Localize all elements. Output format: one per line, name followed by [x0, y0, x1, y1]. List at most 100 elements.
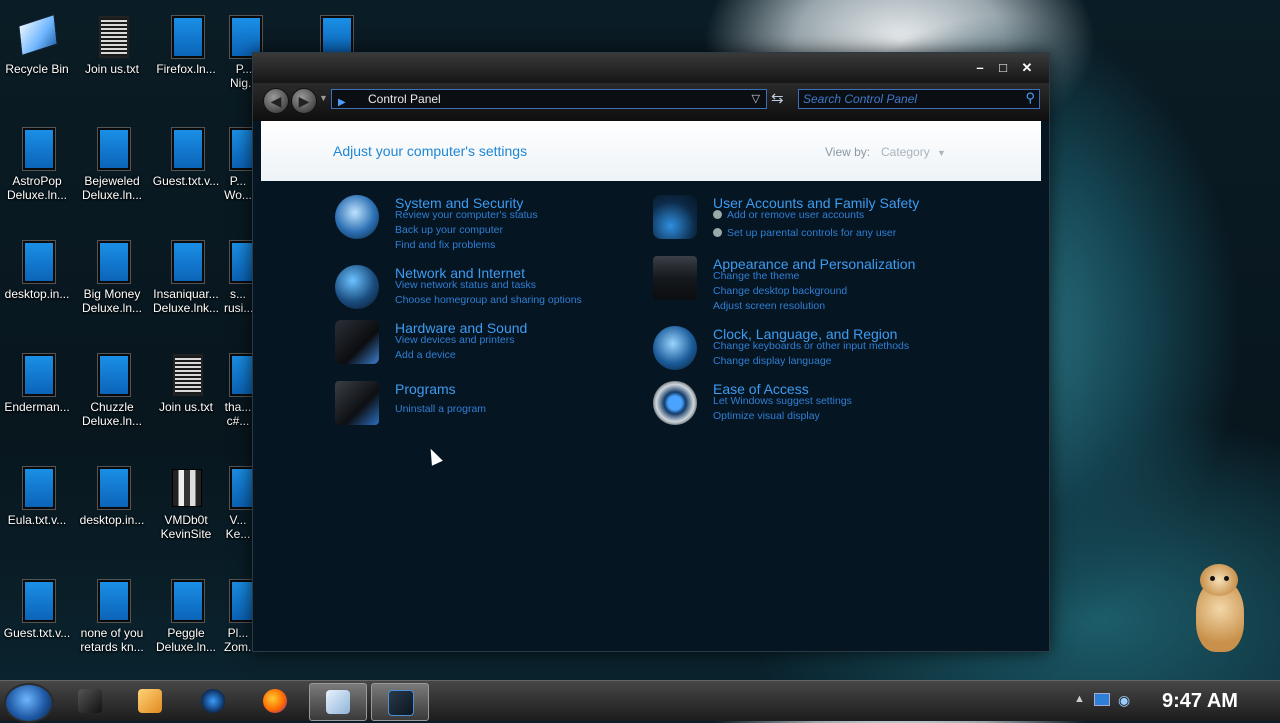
category-link[interactable]: Set up parental controls for any user [713, 227, 896, 239]
category-link[interactable]: Adjust screen resolution [713, 300, 825, 312]
system-security-icon [335, 195, 379, 239]
category-link[interactable]: View network status and tasks [395, 279, 536, 291]
taskbar-item-explorer[interactable] [62, 683, 118, 719]
text-file-icon [92, 14, 132, 58]
desktop-icon-partial-5[interactable]: tha... c#... [224, 346, 252, 428]
shortcut-icon [166, 14, 206, 58]
desktop-icon-astropop[interactable]: AstroPop Deluxe.ln... [0, 120, 74, 202]
forward-button[interactable]: ▶ [291, 88, 317, 114]
desktop-icon-desktop-ini[interactable]: desktop.in... [0, 233, 74, 301]
desktop-icon-guest-txt[interactable]: Guest.txt.v... [149, 120, 223, 188]
shortcut-icon [17, 352, 57, 396]
shortcut-icon [92, 352, 132, 396]
taskbar-item-control-panel[interactable] [371, 683, 429, 721]
clock[interactable]: 9:47 AM [1162, 690, 1238, 713]
category-link[interactable]: View devices and printers [395, 334, 514, 346]
control-panel-icon [388, 690, 414, 716]
shield-icon [713, 210, 722, 219]
desktop-icon-partial-4[interactable]: s... rusi... [224, 233, 252, 315]
recent-pages-chevron-icon[interactable]: ▼ [319, 93, 328, 103]
category-link[interactable]: Change the theme [713, 270, 799, 282]
desktop-icon-recycle-bin[interactable]: Recycle Bin [0, 8, 74, 76]
desktop-icon-none-of-you[interactable]: none of you retards kn... [75, 572, 149, 654]
desktop-icon-big-money[interactable]: Big Money Deluxe.ln... [75, 233, 149, 315]
back-button[interactable]: ◀ [263, 88, 289, 114]
view-by-label: View by: [825, 145, 871, 159]
chevron-down-icon: ▼ [937, 148, 946, 158]
desktop-icon-guest-txt-2[interactable]: Guest.txt.v... [0, 572, 74, 640]
hardware-printer-icon [335, 320, 379, 364]
shortcut-icon [92, 126, 132, 170]
file-explorer-icon [78, 689, 102, 713]
desktop-icon-desktop-ini-2[interactable]: desktop.in... [75, 459, 149, 527]
category-link[interactable]: Choose homegroup and sharing options [395, 294, 582, 306]
desktop-icon-chuzzle[interactable]: Chuzzle Deluxe.ln... [75, 346, 149, 428]
view-by-dropdown[interactable]: Category ▼ [881, 145, 946, 159]
firefox-icon [263, 689, 287, 713]
category-link[interactable]: Find and fix problems [395, 239, 495, 251]
shortcut-icon [166, 126, 206, 170]
shortcut-icon [92, 465, 132, 509]
desktop-icon-partial-6[interactable]: V... Ke... [224, 459, 252, 541]
desktop-icon-firefox[interactable]: Firefox.ln... [149, 8, 223, 76]
category-link[interactable]: Uninstall a program [395, 403, 486, 415]
category-system-and-security: System and Security Review your computer… [335, 195, 635, 255]
shortcut-icon [224, 578, 252, 622]
taskbar-item-media-player[interactable] [122, 683, 178, 719]
taskbar-item-firefox[interactable] [247, 683, 303, 719]
refresh-icon[interactable]: ⇆ [771, 89, 784, 107]
taskbar-item-notepad[interactable] [309, 683, 367, 721]
shortcut-icon [224, 465, 252, 509]
category-link[interactable]: Change display language [713, 355, 832, 367]
category-user-accounts: User Accounts and Family Safety Add or r… [653, 195, 1033, 245]
network-icon[interactable] [1094, 693, 1110, 706]
search-icon[interactable]: ⚲ [1025, 90, 1035, 106]
close-button[interactable]: ✕ [1020, 61, 1034, 75]
clock-globe-icon [653, 326, 697, 370]
category-link[interactable]: Change keyboards or other input methods [713, 340, 909, 352]
category-link[interactable]: Add or remove user accounts [713, 209, 864, 221]
category-link[interactable]: Change desktop background [713, 285, 847, 297]
search-box[interactable]: ⚲ [798, 89, 1040, 109]
category-clock-language-region: Clock, Language, and Region Change keybo… [653, 326, 1033, 376]
start-button[interactable] [4, 683, 54, 723]
hamster-desktop-pet[interactable] [1182, 558, 1262, 658]
desktop-icon-partial-3[interactable]: P... Wo... [224, 120, 252, 202]
recycle-bin-icon [17, 14, 57, 58]
category-link[interactable]: Back up your computer [395, 224, 503, 236]
shortcut-icon [166, 239, 206, 283]
desktop-icon-vmdb0t[interactable]: VMDb0t KevinSite [149, 459, 223, 541]
desktop-icon-partial-7[interactable]: Pl... Zom... [224, 572, 252, 654]
desktop-icon-bejeweled[interactable]: Bejeweled Deluxe.ln... [75, 120, 149, 202]
maximize-button[interactable]: □ [996, 61, 1010, 75]
minimize-button[interactable]: – [973, 61, 987, 75]
desktop-icon-eula[interactable]: Eula.txt.v... [0, 459, 74, 527]
category-hardware-and-sound: Hardware and Sound View devices and prin… [335, 320, 635, 370]
desktop-icon-insaniquarium[interactable]: Insaniquar... Deluxe.lnk... [149, 233, 223, 315]
category-link[interactable]: Add a device [395, 349, 456, 361]
search-input[interactable] [803, 90, 1013, 108]
taskbar: ▲ ◉ 9:47 AM [0, 680, 1280, 723]
show-hidden-icons-chevron-icon[interactable]: ▲ [1074, 693, 1085, 705]
category-link[interactable]: Optimize visual display [713, 410, 820, 422]
taskbar-item-browser[interactable] [185, 683, 241, 719]
breadcrumb-control-panel[interactable]: Control Panel [368, 90, 441, 108]
shortcut-icon [17, 465, 57, 509]
category-programs: Programs Uninstall a program [335, 381, 635, 431]
media-player-icon [138, 689, 162, 713]
desktop-icon-peggle[interactable]: Peggle Deluxe.ln... [149, 572, 223, 654]
page-title: Adjust your computer's settings [333, 143, 528, 159]
address-bar[interactable]: ▶ Control Panel ▽ [331, 89, 767, 109]
desktop-icon-join-us[interactable]: Join us.txt [75, 8, 149, 76]
shortcut-icon [17, 578, 57, 622]
category-link[interactable]: Let Windows suggest settings [713, 395, 852, 407]
desktop-icon-enderman[interactable]: Enderman... [0, 346, 74, 414]
category-title[interactable]: Programs [395, 381, 456, 397]
control-panel-icon: ▶ [338, 97, 346, 108]
address-dropdown-icon[interactable]: ▽ [752, 90, 760, 108]
category-link[interactable]: Review your computer's status [395, 209, 538, 221]
desktop-icon-join-us-2[interactable]: Join us.txt [149, 346, 223, 414]
volume-icon[interactable]: ◉ [1118, 692, 1130, 709]
category-ease-of-access: Ease of Access Let Windows suggest setti… [653, 381, 1033, 431]
title-bar[interactable]: – □ ✕ [253, 53, 1049, 83]
